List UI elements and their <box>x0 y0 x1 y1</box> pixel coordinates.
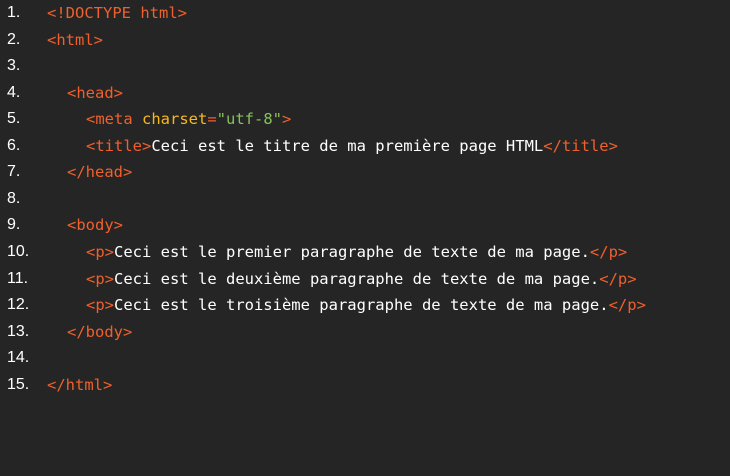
code-line: 12. <p>Ceci est le troisième paragraphe … <box>0 292 646 318</box>
code-line: 8. <box>0 186 37 212</box>
code-line: 6. <title>Ceci est le titre de ma premiè… <box>0 133 618 159</box>
line-number: 10. <box>7 243 30 260</box>
text-token: Ceci est le titre de ma première page HT… <box>151 137 544 155</box>
code-content: </head> <box>67 159 132 185</box>
tag-token: <!DOCTYPE html> <box>47 4 187 22</box>
line-number: 9. <box>7 216 21 233</box>
tag-token: <title> <box>86 137 152 155</box>
line-number: 6. <box>7 137 21 154</box>
tag-token: <p> <box>86 296 114 314</box>
code-line: 10. <p>Ceci est le premier paragraphe de… <box>0 239 627 265</box>
code-line: 15. </html> <box>0 372 112 398</box>
code-content: <p>Ceci est le deuxième paragraphe de te… <box>86 266 637 292</box>
tag-token: <meta <box>86 110 142 128</box>
tag-token: <body> <box>67 216 123 234</box>
line-number: 4. <box>7 84 21 101</box>
tag-token: </html> <box>47 376 113 394</box>
code-line: 14. <box>0 345 37 371</box>
tag-token: <p> <box>86 270 114 288</box>
code-line: 4. <head> <box>0 80 123 106</box>
code-line: 2. <html> <box>0 27 103 53</box>
text-token: Ceci est le troisième paragraphe de text… <box>114 296 609 314</box>
code-line: 13. </body> <box>0 319 132 345</box>
code-content: <p>Ceci est le premier paragraphe de tex… <box>86 239 627 265</box>
tag-token: = <box>207 110 217 128</box>
tag-token: </body> <box>67 323 133 341</box>
line-number: 3. <box>7 57 21 74</box>
line-number: 2. <box>7 31 21 48</box>
string-token: "utf-8" <box>216 110 282 128</box>
code-line: 9. <body> <box>0 212 123 238</box>
tag-token: <head> <box>67 84 123 102</box>
code-line: 1. <!DOCTYPE html> <box>0 0 187 26</box>
line-number: 8. <box>7 190 21 207</box>
tag-token: </title> <box>543 137 618 155</box>
line-number: 14. <box>7 349 30 366</box>
attribute-token: charset <box>142 110 208 128</box>
tag-token: <p> <box>86 243 114 261</box>
tag-token: </p> <box>599 270 637 288</box>
line-number: 15. <box>7 376 30 393</box>
text-token: Ceci est le premier paragraphe de texte … <box>114 243 590 261</box>
code-line: 3. <box>0 53 37 79</box>
code-content: <!DOCTYPE html> <box>47 0 187 26</box>
code-line: 5. <meta charset="utf-8"> <box>0 106 291 132</box>
code-line: 11. <p>Ceci est le deuxième paragraphe d… <box>0 266 637 292</box>
code-content: <head> <box>67 80 123 106</box>
line-number: 12. <box>7 296 30 313</box>
tag-token: </p> <box>589 243 628 261</box>
code-content: <p>Ceci est le troisième paragraphe de t… <box>86 292 646 318</box>
line-number: 1. <box>7 4 21 21</box>
tag-token: </head> <box>67 163 133 181</box>
tag-token: </p> <box>608 296 646 314</box>
code-editor: 1. <!DOCTYPE html> 2. <html> 3. 4. <head… <box>0 0 730 401</box>
tag-token: <html> <box>47 31 103 49</box>
line-number: 11. <box>7 270 29 287</box>
code-content: <body> <box>67 212 123 238</box>
line-number: 5. <box>7 110 21 127</box>
code-content: <meta charset="utf-8"> <box>86 106 291 132</box>
line-number: 7. <box>7 163 21 180</box>
code-content: </body> <box>67 319 132 345</box>
code-line: 7. </head> <box>0 159 132 185</box>
tag-token: > <box>282 110 292 128</box>
text-token: Ceci est le deuxième paragraphe de texte… <box>114 270 600 288</box>
code-content: <title>Ceci est le titre de ma première … <box>86 133 618 159</box>
code-content: </html> <box>47 372 112 398</box>
line-number: 13. <box>7 323 30 340</box>
code-content: <html> <box>47 27 103 53</box>
